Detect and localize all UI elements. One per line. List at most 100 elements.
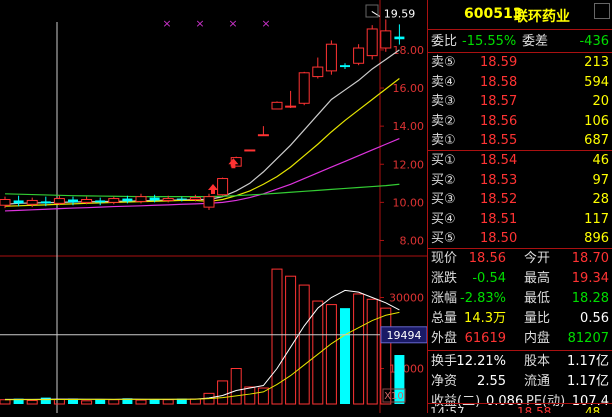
signal-marker: × (261, 17, 270, 30)
stat-label: 今开 (524, 251, 551, 266)
extra-value: 2.55 (477, 374, 506, 389)
volume-bar (285, 275, 297, 405)
candle-body (26, 199, 38, 205)
volume-bar (298, 284, 310, 405)
price-ma-line (4, 183, 400, 198)
price-tick-label: 14.00 (393, 120, 425, 133)
extra-label: 股本 (524, 354, 551, 369)
price-ma-line (4, 49, 400, 205)
buy-order-row[interactable]: 买① 18.54 46 (428, 151, 612, 171)
buy-level-label: 买② (431, 172, 456, 188)
stat-label: 外盘 (431, 331, 458, 346)
sell-price: 18.56 (480, 113, 518, 129)
sell-order-row[interactable]: 卖② 18.56 106 (428, 112, 612, 132)
tick-row: 14:57 18.58 48 (427, 403, 612, 413)
buy-level-label: 买① (431, 153, 456, 168)
buy-price: 18.52 (480, 192, 518, 207)
extra-row: 净资 2.55 流通 1.17亿 (428, 372, 612, 392)
kline-chart-svg[interactable]: 18.0016.0014.0012.0010.008.0030000200001… (0, 0, 428, 413)
extra-value: 1.17亿 (567, 374, 609, 389)
buy-volume: 117 (584, 211, 609, 227)
buy-order-row[interactable]: 买⑤ 18.50 896 (428, 229, 612, 249)
volume-bar (40, 397, 51, 404)
candle-body (394, 36, 405, 40)
price-tick-label: 18.00 (393, 44, 425, 57)
extra-label: 换手 (431, 354, 458, 369)
candle-body (149, 197, 160, 201)
volume-unit-label: X10 (384, 391, 404, 402)
sell-price: 18.57 (480, 94, 518, 109)
volume-bar (149, 399, 160, 404)
volume-tick-label: 10000 (389, 363, 424, 376)
signal-marker: × (228, 17, 237, 30)
stat-label: 内盘 (524, 331, 551, 346)
candle-body (312, 66, 324, 78)
candle-body (40, 201, 51, 204)
stat-value: -0.54 (472, 271, 506, 286)
high-price-label: 19.59 (384, 7, 416, 20)
signal-marker: × (162, 17, 171, 30)
buy-volume: 97 (592, 172, 609, 188)
volume-tick-label: 30000 (389, 292, 424, 305)
buy-level-label: 买③ (431, 192, 456, 207)
candle-body (366, 28, 378, 57)
sell-level-label: 卖② (431, 113, 456, 129)
buy-volume: 896 (584, 231, 609, 246)
price-tick-label: 16.00 (393, 82, 425, 95)
stat-label: 总量 (431, 311, 458, 326)
sell-price: 18.55 (480, 133, 518, 148)
high-pointer (371, 11, 381, 17)
up-arrow-icon (208, 183, 218, 194)
volume-bar (230, 368, 242, 405)
candle-body (68, 199, 78, 203)
volume-bar (53, 398, 65, 405)
stat-value: 81207 (567, 331, 609, 346)
stat-row: 涨幅 -2.83% 最低 18.28 (428, 289, 612, 309)
candle-body (203, 196, 215, 208)
stat-label: 现价 (431, 251, 458, 266)
stat-row: 总量 14.3万 量比 0.56 (428, 309, 612, 329)
sell-order-row[interactable]: 卖④ 18.58 594 (428, 73, 612, 93)
stat-label: 最低 (524, 291, 551, 306)
sell-order-row[interactable]: 卖③ 18.57 20 (428, 92, 612, 112)
stat-value: 18.28 (571, 291, 609, 306)
sell-price: 18.58 (480, 74, 518, 90)
signal-marker: × (195, 17, 204, 30)
close-icon[interactable] (594, 3, 610, 19)
tick-volume: 48 (585, 405, 601, 413)
buy-volume: 46 (592, 153, 609, 168)
volume-bar (0, 399, 11, 405)
sell-volume: 20 (592, 94, 609, 109)
sell-order-row[interactable]: 卖① 18.55 687 (428, 131, 612, 151)
volume-bar (380, 307, 392, 405)
candle-body (217, 178, 229, 196)
quote-panel: 600513 联环药业 委比 -15.55% 委差 -436 卖⑤ 18.59 21… (427, 0, 612, 413)
buy-order-row[interactable]: 买② 18.53 97 (428, 171, 612, 191)
candle-body (53, 198, 65, 204)
volume-bar (135, 399, 147, 405)
buy-level-label: 买④ (431, 211, 456, 227)
price-tick-label: 8.00 (400, 234, 425, 247)
buy-price: 18.50 (480, 231, 518, 246)
kline-chart-area[interactable]: 18.0016.0014.0012.0010.008.0030000200001… (0, 0, 428, 413)
candle-body (81, 199, 93, 203)
candle-body (122, 198, 133, 202)
price-tick-label: 12.00 (393, 158, 425, 171)
stock-name: 联环药业 (514, 9, 570, 25)
sell-level-label: 卖③ (431, 94, 456, 109)
volume-bar (244, 386, 256, 405)
candle-body (271, 101, 283, 110)
extra-label: 净资 (431, 374, 458, 389)
stat-row: 涨跌 -0.54 最高 19.34 (428, 269, 612, 289)
sell-level-label: 卖① (431, 133, 456, 148)
candle-body (162, 198, 174, 201)
sell-volume: 106 (584, 113, 609, 129)
candle-body (244, 149, 256, 152)
candle-body (325, 43, 337, 72)
candle-body (298, 72, 310, 104)
candle-body (95, 200, 106, 203)
sell-order-row[interactable]: 卖⑤ 18.59 213 (428, 53, 612, 73)
buy-order-row[interactable]: 买③ 18.52 28 (428, 190, 612, 210)
stat-value: 19.34 (571, 271, 609, 286)
buy-order-row[interactable]: 买④ 18.51 117 (428, 210, 612, 230)
